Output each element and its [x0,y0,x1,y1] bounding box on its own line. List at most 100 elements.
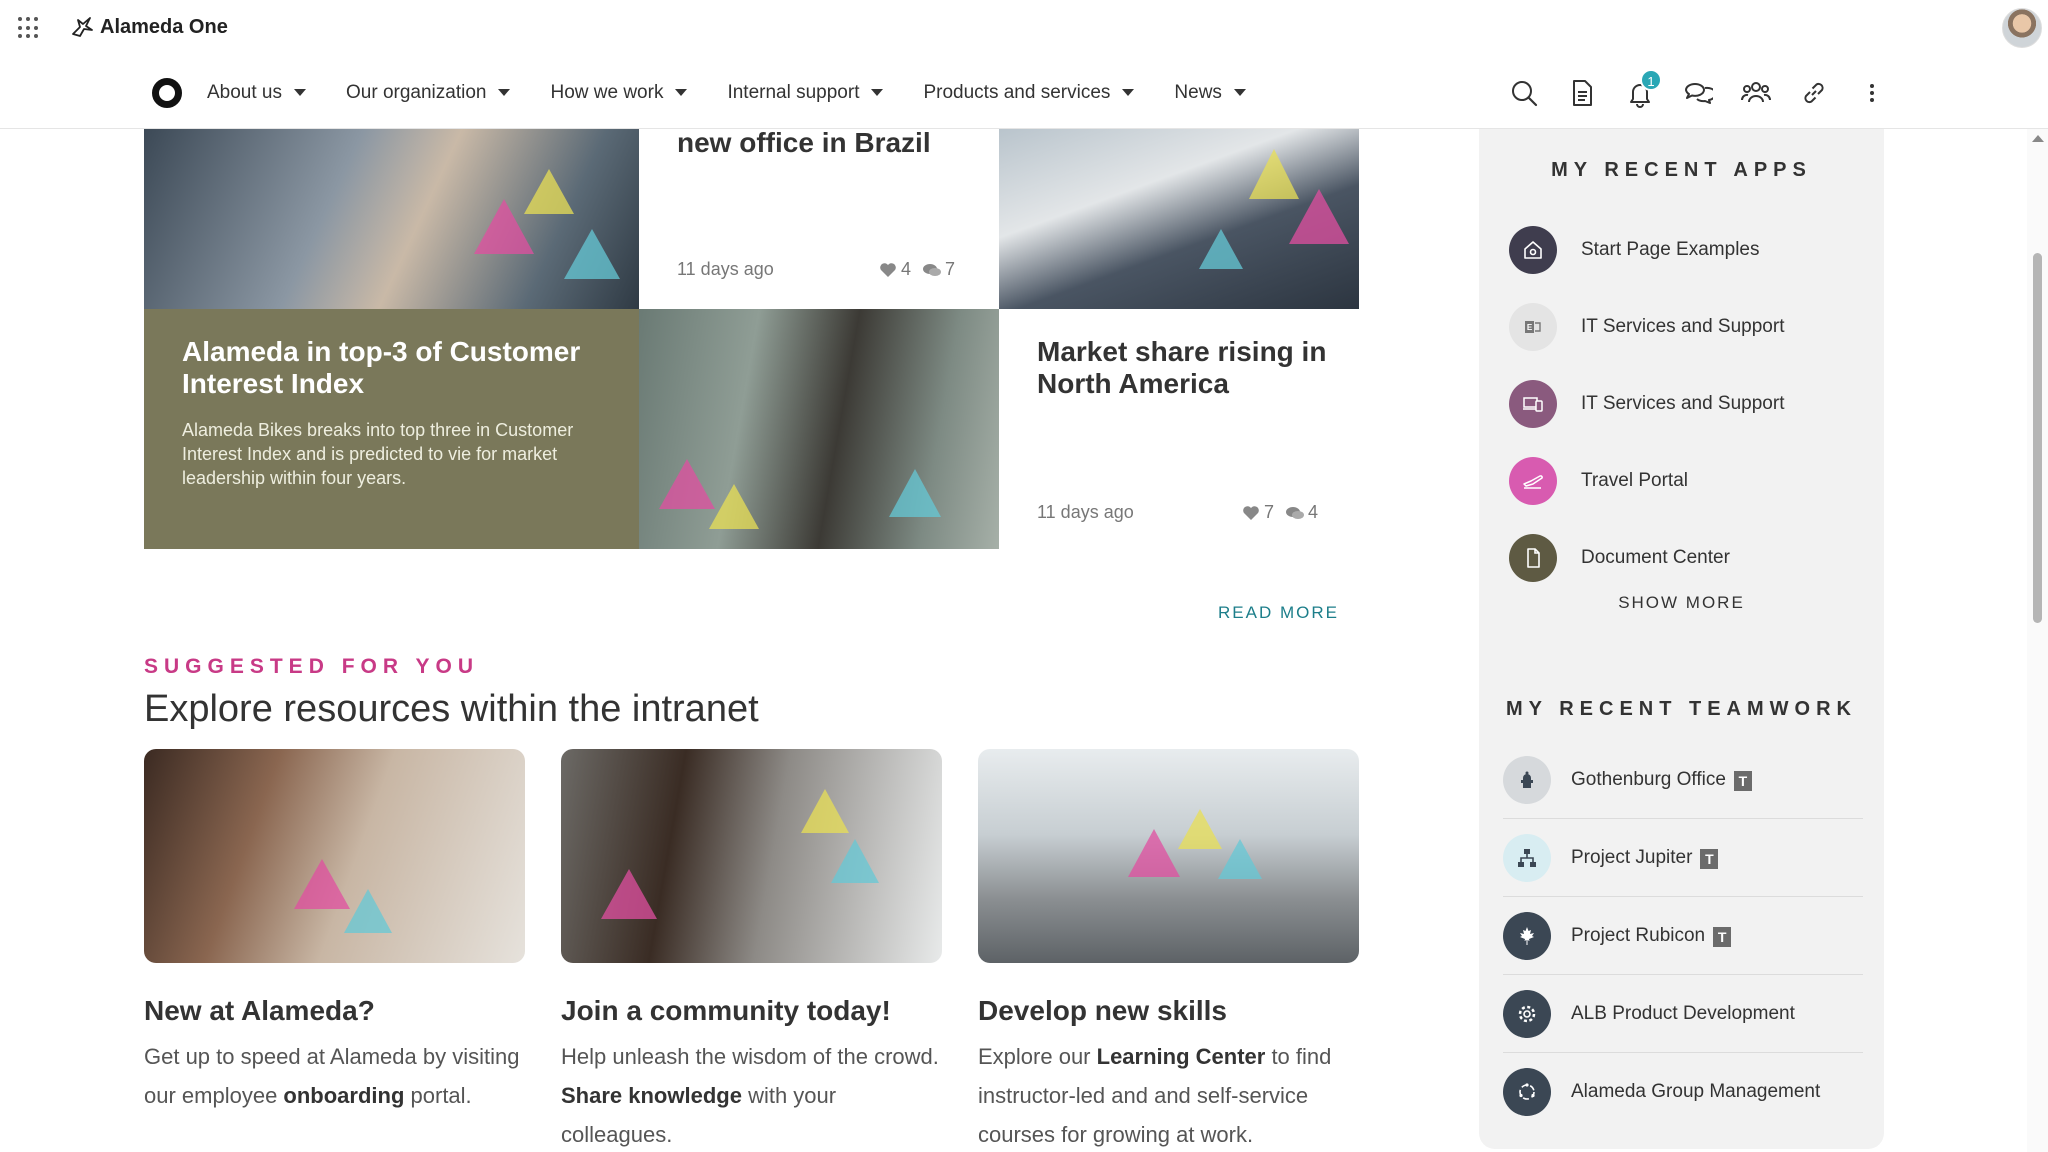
plane-icon [1509,456,1557,505]
news-stats: 7 4 [1242,502,1318,523]
suggested-cards: New at Alameda? Get up to speed at Alame… [144,749,1359,1152]
news-image-woman-profile[interactable] [639,309,999,549]
decor-shape [1178,809,1222,849]
team-item-alb-product-development[interactable]: ALB Product Development [1503,975,1863,1053]
caret-down-icon [675,89,688,96]
news-card-customer-index[interactable]: Alameda in top-3 of Customer Interest In… [144,309,639,549]
recent-apps-heading: MY RECENT APPS [1551,159,1812,181]
microsoft-teams-icon: T [1733,766,1762,793]
decor-shape [1218,839,1262,879]
card-image [978,749,1359,963]
nav-item-label: How we work [550,81,664,103]
card-text: portal. [404,1083,472,1108]
show-more-apps-button[interactable]: SHOW MORE [1479,593,1884,613]
chat-icon[interactable] [1682,77,1714,109]
app-item-document-center[interactable]: Document Center [1509,519,1854,596]
news-grid: new office in Brazil 11 days ago 4 7 Ala… [144,129,1359,549]
microsoft-teams-icon: T [1713,922,1742,949]
decor-shape [831,839,879,883]
brand[interactable]: Alameda One [70,14,228,40]
nav-item-label: Internal support [727,81,860,103]
home-logo-icon[interactable] [152,78,182,108]
decor-shape [709,484,759,529]
home-settings-icon [1509,225,1557,274]
team-label: Project Rubicon [1571,924,1706,946]
app-item-it-services-exchange[interactable]: E IT Services and Support [1509,288,1854,365]
team-label: Project Jupiter [1571,846,1693,868]
suggested-card-new-at-alameda[interactable]: New at Alameda? Get up to speed at Alame… [144,749,525,1152]
nav-item-our-organization[interactable]: Our organization [346,82,511,104]
more-vertical-icon[interactable] [1856,77,1888,109]
brand-logo-icon [72,17,93,37]
notification-badge: 1 [1640,68,1662,91]
comments-icon [923,263,942,276]
nav-item-how-we-work[interactable]: How we work [550,81,688,104]
card-link-text[interactable]: Learning Center [1097,1044,1266,1069]
link-icon[interactable] [1798,77,1830,109]
card-image [144,749,525,963]
nav-item-internal-support[interactable]: Internal support [727,81,884,104]
people-icon[interactable] [1740,77,1772,109]
org-chart-icon [1503,833,1551,882]
app-label: Document Center [1581,546,1730,568]
nav-item-about-us[interactable]: About us [207,82,306,104]
top-bar: Alameda One [0,0,2048,56]
news-card-market-share[interactable]: Market share rising in North America 11 … [999,309,1359,549]
suggested-card-community[interactable]: Join a community today! Help unleash the… [561,749,942,1152]
decor-shape [294,859,350,909]
nav-menu: About us Our organization How we work In… [207,56,1286,129]
recent-teamwork-heading: MY RECENT TEAMWORK [1506,698,1857,720]
card-description: Get up to speed at Alameda by visiting o… [144,1037,525,1115]
microsoft-teams-icon: T [1700,844,1729,871]
card-text: Help unleash the wisdom of the crowd. [561,1044,939,1069]
decor-shape [1289,189,1349,244]
suggested-card-new-skills[interactable]: Develop new skills Explore our Learning … [978,749,1359,1152]
app-item-start-page-examples[interactable]: Start Page Examples [1509,211,1854,288]
team-item-project-jupiter[interactable]: Project Jupiter T [1503,819,1863,897]
caret-down-icon [871,89,884,96]
team-item-project-rubicon[interactable]: Project Rubicon T [1503,897,1863,975]
app-item-travel-portal[interactable]: Travel Portal [1509,442,1854,519]
app-label: Travel Portal [1581,469,1688,491]
nav-item-label: News [1174,81,1222,103]
news-image-businessman[interactable] [144,129,639,309]
recent-apps-list: Start Page Examples E IT Services and Su… [1509,211,1854,596]
decor-shape [659,459,715,509]
devices-icon [1509,379,1557,428]
news-image-headphones[interactable] [999,129,1359,309]
team-item-alameda-group-management[interactable]: Alameda Group Management [1503,1053,1863,1131]
news-stats: 4 7 [879,259,955,280]
nav-item-news[interactable]: News [1174,82,1246,104]
scrollbar-thumb[interactable] [2033,253,2042,623]
document-icon[interactable] [1566,77,1598,109]
decor-shape [889,469,941,517]
file-icon [1509,533,1557,582]
news-card-brazil[interactable]: new office in Brazil 11 days ago 4 7 [639,129,999,309]
gear-icon [1503,989,1551,1038]
card-description: Help unleash the wisdom of the crowd. Sh… [561,1037,942,1152]
scroll-up-arrow-icon[interactable] [2032,135,2044,142]
card-title: Join a community today! [561,995,891,1026]
card-title: Develop new skills [978,995,1227,1026]
card-description: Explore our Learning Center to find inst… [978,1037,1359,1152]
nav-item-products-and-services[interactable]: Products and services [923,82,1135,104]
read-more-link[interactable]: READ MORE [1218,603,1339,623]
heart-icon [1243,505,1259,520]
card-link-text[interactable]: Share knowledge [561,1083,742,1108]
news-title: Alameda in top-3 of Customer Interest In… [182,336,581,399]
search-icon[interactable] [1508,77,1540,109]
app-item-it-services-devices[interactable]: IT Services and Support [1509,365,1854,442]
card-link-text[interactable]: onboarding [283,1083,404,1108]
team-label: Gothenburg Office [1571,768,1726,790]
card-text: Explore our [978,1044,1097,1069]
likes-count: 4 [901,259,912,279]
team-item-gothenburg-office[interactable]: Gothenburg Office T [1503,741,1863,819]
page-scrollbar[interactable] [2027,129,2048,1152]
app-launcher-icon[interactable] [18,17,40,39]
decor-shape [801,789,849,833]
user-avatar[interactable] [2002,8,2042,48]
maple-leaf-icon [1503,911,1551,960]
right-panel: MY RECENT APPS Start Page Examples E IT … [1479,129,1884,1149]
app-label: IT Services and Support [1581,392,1785,414]
bell-icon[interactable]: 1 [1624,68,1662,109]
